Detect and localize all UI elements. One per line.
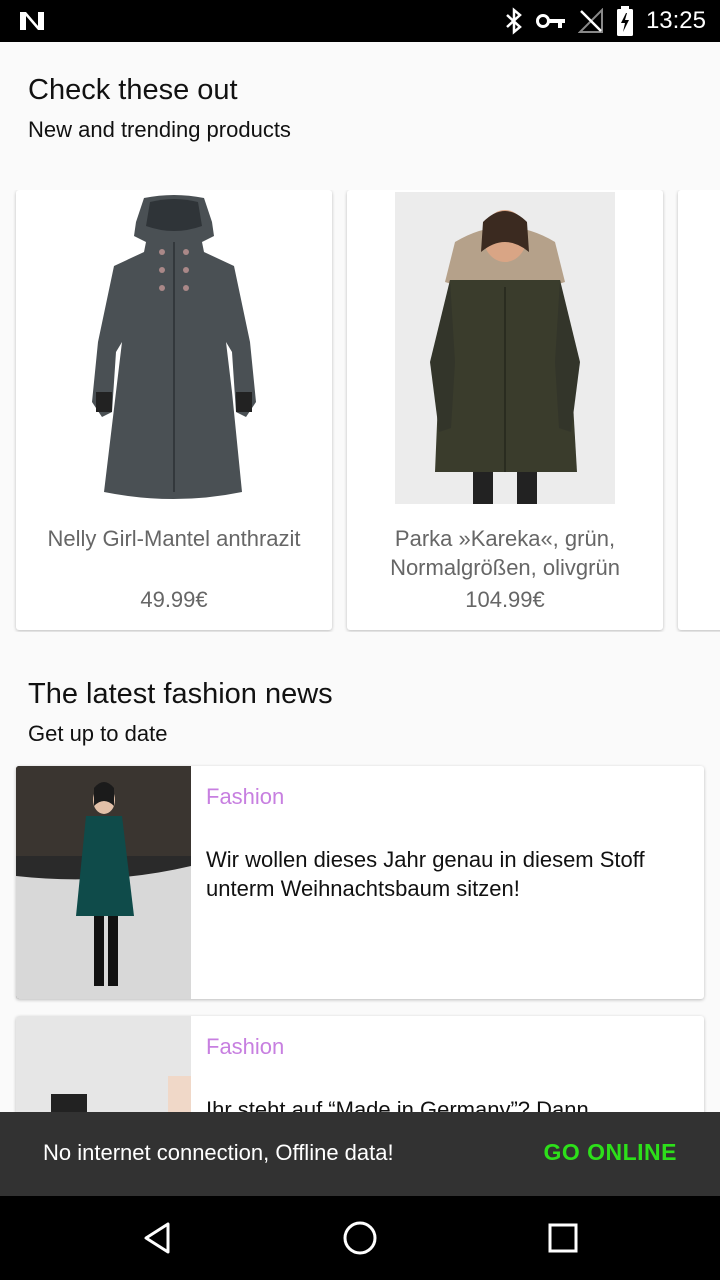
trending-subtitle: New and trending products (28, 117, 291, 142)
product-price: 104.99€ (465, 587, 545, 612)
product-name: Nelly Girl-Mantel anthrazit (47, 526, 301, 551)
news-image (16, 766, 191, 999)
news-category: Fashion (206, 784, 285, 809)
product-image-coat (64, 192, 284, 504)
home-icon[interactable] (338, 1216, 382, 1260)
news-title: The latest fashion news (28, 678, 333, 710)
status-time: 13:25 (645, 7, 706, 34)
product-price: 49.99€ (140, 587, 208, 612)
no-signal-icon (577, 8, 603, 33)
navigation-bar (0, 1196, 720, 1280)
news-card[interactable]: Fashion Wir wollen dieses Jahr genau in … (16, 766, 704, 999)
product-image-parka (395, 192, 615, 504)
news-headline: Wir wollen dieses Jahr genau in diesem S… (206, 847, 645, 901)
product-carousel[interactable]: Nelly Girl-Mantel anthrazit 49.99€ Parka… (0, 190, 720, 632)
snackbar-message: No internet connection, Offline data! (43, 1140, 394, 1165)
back-icon[interactable] (136, 1216, 180, 1260)
news-category: Fashion (206, 1034, 285, 1059)
go-online-button[interactable]: GO ONLINE (543, 1139, 677, 1166)
recents-icon[interactable] (541, 1216, 585, 1260)
n-logo-icon (20, 12, 44, 30)
product-name: Parka »Kareka«, grün, Normalgrößen, oliv… (390, 526, 620, 580)
product-card-partial[interactable] (678, 190, 720, 630)
offline-snackbar: No internet connection, Offline data! GO… (0, 1112, 720, 1196)
trending-title: Check these out (28, 74, 238, 106)
status-bar: 13:25 (0, 0, 720, 42)
battery-charging-icon (616, 6, 633, 36)
product-card[interactable]: Parka »Kareka«, grün, Normalgrößen, oliv… (347, 190, 663, 630)
vpn-key-icon (535, 14, 565, 28)
news-subtitle: Get up to date (28, 721, 168, 746)
bluetooth-icon (506, 7, 522, 35)
product-card[interactable]: Nelly Girl-Mantel anthrazit 49.99€ (16, 190, 332, 630)
